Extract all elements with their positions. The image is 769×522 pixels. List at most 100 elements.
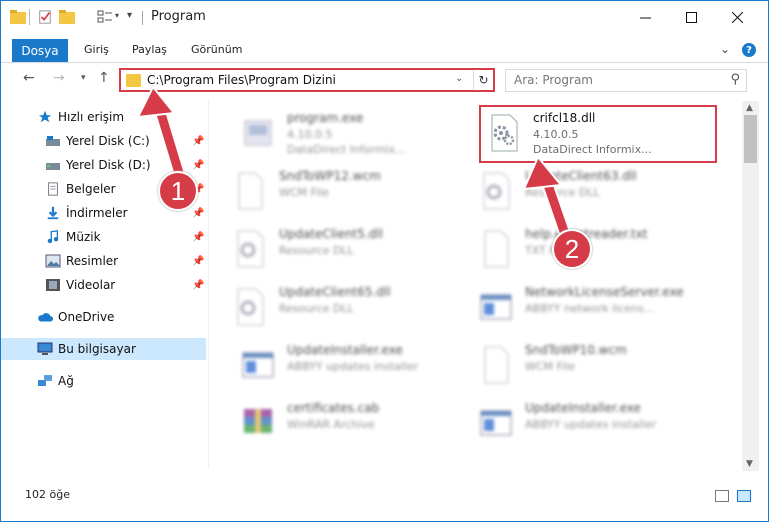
scroll-down-icon[interactable]: ▼ [746,459,753,469]
up-button[interactable]: ↑ [98,70,110,86]
file-item[interactable]: help.eventreader.txt TXT File [473,221,723,277]
file-type: ABBYY updates installer [525,418,657,431]
file-item[interactable]: NetworkLicenseServer.exe ABBYY network l… [473,279,723,335]
file-item[interactable]: UpdateClient5.dll Resource DLL [227,221,477,277]
file-name: UpdateInstaller.exe [287,343,403,357]
scroll-thumb[interactable] [744,115,757,163]
file-name: SndToWP12.wcm [279,169,381,183]
address-path[interactable]: C:\Program Files\Program Dizini [147,73,336,87]
file-type: Resource DLL [279,302,354,315]
pin-icon[interactable]: 📌 [192,136,204,147]
window-app-icon [242,352,274,378]
search-input[interactable]: Ara: Program [514,73,593,87]
file-name: UpdateClient63.dll [525,169,637,183]
sidebar-item-label: Bu bilgisayar [58,342,136,356]
exe-icon [244,120,272,146]
sidebar-item-disk-c[interactable]: Yerel Disk (C:) 📌 [1,130,206,152]
step-marker-2: 2 [552,229,592,269]
explorer-window: ▾ ▾ Program Dosya Giriş Paylaş Görünüm ⌄… [0,0,769,522]
title-bar: ▾ ▾ Program [1,1,768,33]
sidebar-item-pictures[interactable]: Resimler 📌 [1,250,206,272]
sidebar-item-label: Ağ [58,374,74,388]
film-icon [46,279,60,291]
recent-locations-icon[interactable]: ▾ [81,73,86,83]
separator [142,11,143,25]
forward-button[interactable]: → [53,70,65,86]
music-note-icon [47,230,59,244]
pin-icon[interactable]: 📌 [192,280,204,291]
tab-file[interactable]: Dosya [12,39,68,62]
item-count: 102 öğe [25,488,70,501]
file-item[interactable]: certificates.cab WinRAR Archive [235,395,485,451]
tab-home[interactable]: Giriş [84,43,109,56]
file-name: UpdateClient65.dll [279,285,391,299]
sidebar-item-quick-access[interactable]: Hızlı erişim [1,106,206,128]
ribbon-tabs: Dosya Giriş Paylaş Görünüm ⌄ [1,39,768,63]
pin-icon[interactable]: 📌 [192,256,204,267]
view-options-icon[interactable] [97,10,113,24]
cloud-icon [38,313,53,322]
sidebar-item-onedrive[interactable]: OneDrive [1,306,206,328]
dll-gear-icon [237,288,264,326]
details-view-icon[interactable] [715,490,729,502]
file-item-program-exe[interactable]: program.exe 4.10.0.5 DataDirect Informix… [235,105,485,161]
file-name: SndToWP10.wcm [525,343,627,357]
sidebar-item-this-pc[interactable]: Bu bilgisayar [1,338,206,360]
maximize-button[interactable] [668,1,714,33]
file-name: UpdateClient5.dll [279,227,383,241]
document-icon [48,182,58,196]
tab-share[interactable]: Paylaş [132,43,167,56]
expand-ribbon-icon[interactable]: ⌄ [720,42,730,56]
close-button[interactable] [714,1,760,33]
file-item[interactable]: UpdateClient65.dll Resource DLL [227,279,477,335]
large-icons-view-icon[interactable] [737,490,751,502]
pane-divider[interactable] [208,99,209,469]
file-type: Resource DLL [279,244,354,257]
pin-icon[interactable]: 📌 [192,232,204,243]
pin-icon[interactable]: 📌 [192,160,204,171]
file-name: UpdateInstaller.exe [525,401,641,415]
file-item[interactable]: SndToWP10.wcm WCM File [473,337,723,393]
pictures-icon [45,254,61,268]
refresh-icon[interactable]: ↻ [473,70,493,90]
minimize-button[interactable] [622,1,668,33]
file-name: certificates.cab [287,401,380,415]
sidebar-item-label: Resimler [66,254,119,268]
window-title: Program [151,9,206,24]
file-name: program.exe [287,111,364,125]
navigation-pane: Hızlı erişim Yerel Disk (C:) 📌 Yerel Dis… [1,101,209,471]
tab-view[interactable]: Görünüm [191,43,242,56]
blank-file-icon [484,346,509,384]
folder-icon [126,74,141,87]
maximize-icon [685,11,697,23]
dll-gear-icon [237,230,264,268]
sidebar-item-music[interactable]: Müzik 📌 [1,226,206,248]
help-icon[interactable]: ? [742,43,756,57]
new-folder-icon[interactable] [59,10,75,24]
window-app-icon [480,294,512,320]
chevron-down-icon[interactable]: ⌄ [455,73,463,84]
pin-icon[interactable]: 📌 [192,208,204,219]
file-description: DataDirect Informix... [287,143,406,156]
window-app-icon [480,410,512,436]
sidebar-item-label: Hızlı erişim [58,110,125,124]
vertical-scrollbar[interactable]: ▲ ▼ [742,101,759,471]
file-item[interactable]: UpdateClient63.dll Resource DLL [473,163,723,219]
blank-file-icon [238,172,263,210]
file-item[interactable]: UpdateInstaller.exe ABBYY updates instal… [473,395,723,451]
address-bar[interactable]: C:\Program Files\Program Dizini ⌄ ↻ [119,68,495,92]
customize-toolbar-icon[interactable]: ▾ [127,10,143,24]
separator [29,9,30,25]
properties-icon[interactable] [37,10,53,24]
close-icon [731,11,743,23]
sidebar-item-label: Belgeler [66,182,116,196]
step-marker-1: 1 [158,171,198,211]
search-icon[interactable]: ⚲ [730,72,740,87]
back-button[interactable]: ← [23,70,35,86]
file-item[interactable]: SndToWP12.wcm WCM File [227,163,477,219]
search-box[interactable]: Ara: Program ⚲ [505,69,747,92]
file-item[interactable]: UpdateInstaller.exe ABBYY updates instal… [235,337,485,393]
scroll-up-icon[interactable]: ▲ [746,103,753,113]
sidebar-item-videos[interactable]: Videolar 📌 [1,274,206,296]
sidebar-item-network[interactable]: Ağ [1,370,206,392]
